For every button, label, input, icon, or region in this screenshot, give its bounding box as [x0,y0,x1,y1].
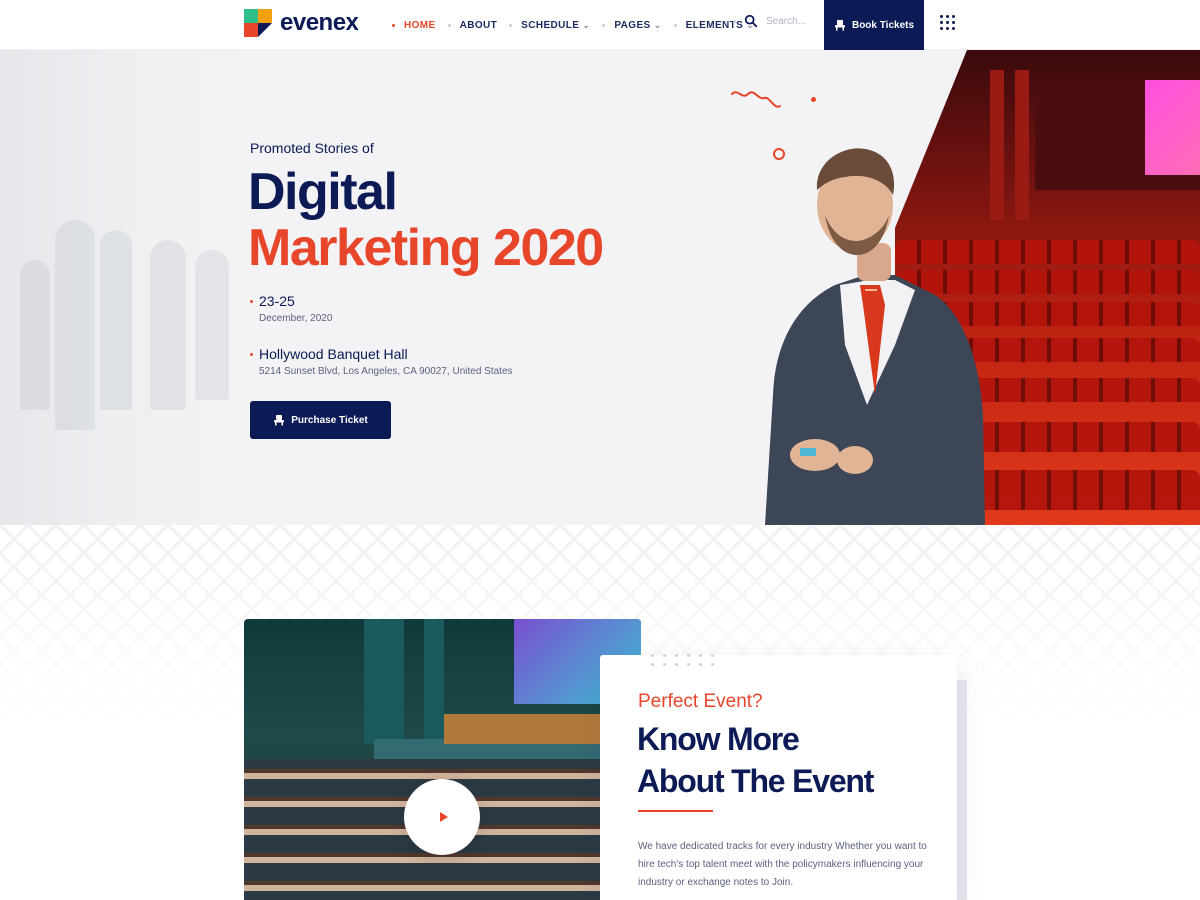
bullet-icon [250,300,253,303]
nav-dot-icon [447,23,451,27]
event-venue-main: Hollywood Banquet Hall [259,346,408,362]
about-body-text: We have dedicated tracks for every indus… [638,841,927,888]
nav-dot-icon [509,23,513,27]
nav-item-about[interactable]: ABOUT [447,19,498,31]
about-kicker: Perfect Event? [638,691,763,712]
hero-kicker: Promoted Stories of [250,140,374,156]
ticket-chair-icon [834,20,845,31]
nav-label: ABOUT [459,19,498,31]
nav-dot-icon [602,23,606,27]
search-box [733,14,822,28]
site-header: evenex HOME ABOUT SCHEDULE ⌄ PAGES ⌄ ELE… [0,0,1200,50]
purchase-ticket-button[interactable]: Purchase Ticket [250,401,391,439]
nav-item-home[interactable]: HOME [392,20,436,31]
event-venue-sub: 5214 Sunset Blvd, Los Angeles, CA 90027,… [259,366,513,377]
dots-decoration-icon [651,654,715,666]
play-video-button[interactable] [404,779,480,855]
logo-mark-icon [244,9,272,37]
hero-title-line-2: Marketing 2020 [248,219,604,277]
nav-dot-icon [673,23,677,27]
nav-label: HOME [404,19,436,31]
about-title-line-1: Know More [637,721,800,757]
event-date: 23-25 December, 2020 [250,293,332,324]
bullet-icon [250,353,253,356]
event-video-thumbnail[interactable] [244,619,641,900]
squiggle-decoration-icon [731,91,781,108]
logo[interactable]: evenex [244,9,359,37]
search-input[interactable] [766,15,822,27]
ticket-chair-icon [274,415,285,426]
nav-dot-icon [733,19,736,23]
chevron-down-icon: ⌄ [653,19,662,30]
book-tickets-label: Book Tickets [851,19,915,31]
book-tickets-button[interactable]: Book Tickets [824,0,924,50]
speaker-photo [765,148,985,525]
purchase-ticket-label: Purchase Ticket [291,414,368,426]
hero-section: Promoted Stories of Digital Marketing 20… [0,50,1200,525]
event-date-main: 23-25 [259,293,295,309]
hero-background-crowd [0,50,260,525]
about-title-line-2: About The Event [637,763,874,799]
grid-menu-icon[interactable] [940,15,957,32]
event-venue: Hollywood Banquet Hall 5214 Sunset Blvd,… [250,346,513,377]
event-date-sub: December, 2020 [259,313,333,324]
chevron-down-icon: ⌄ [582,19,591,30]
nav-item-schedule[interactable]: SCHEDULE ⌄ [509,20,590,31]
search-icon[interactable] [744,14,758,28]
nav-label: PAGES [614,19,651,31]
dot-decoration-icon [811,97,816,102]
title-underline [638,810,713,812]
hero-title-line-1: Digital [248,163,398,221]
logo-text: evenex [280,9,359,36]
nav-dot-icon [392,23,395,27]
play-icon [439,812,448,822]
nav-item-pages[interactable]: PAGES ⌄ [602,20,661,31]
main-nav: HOME ABOUT SCHEDULE ⌄ PAGES ⌄ ELEMENTS ⌄ [392,0,754,50]
nav-label: SCHEDULE [521,19,580,31]
